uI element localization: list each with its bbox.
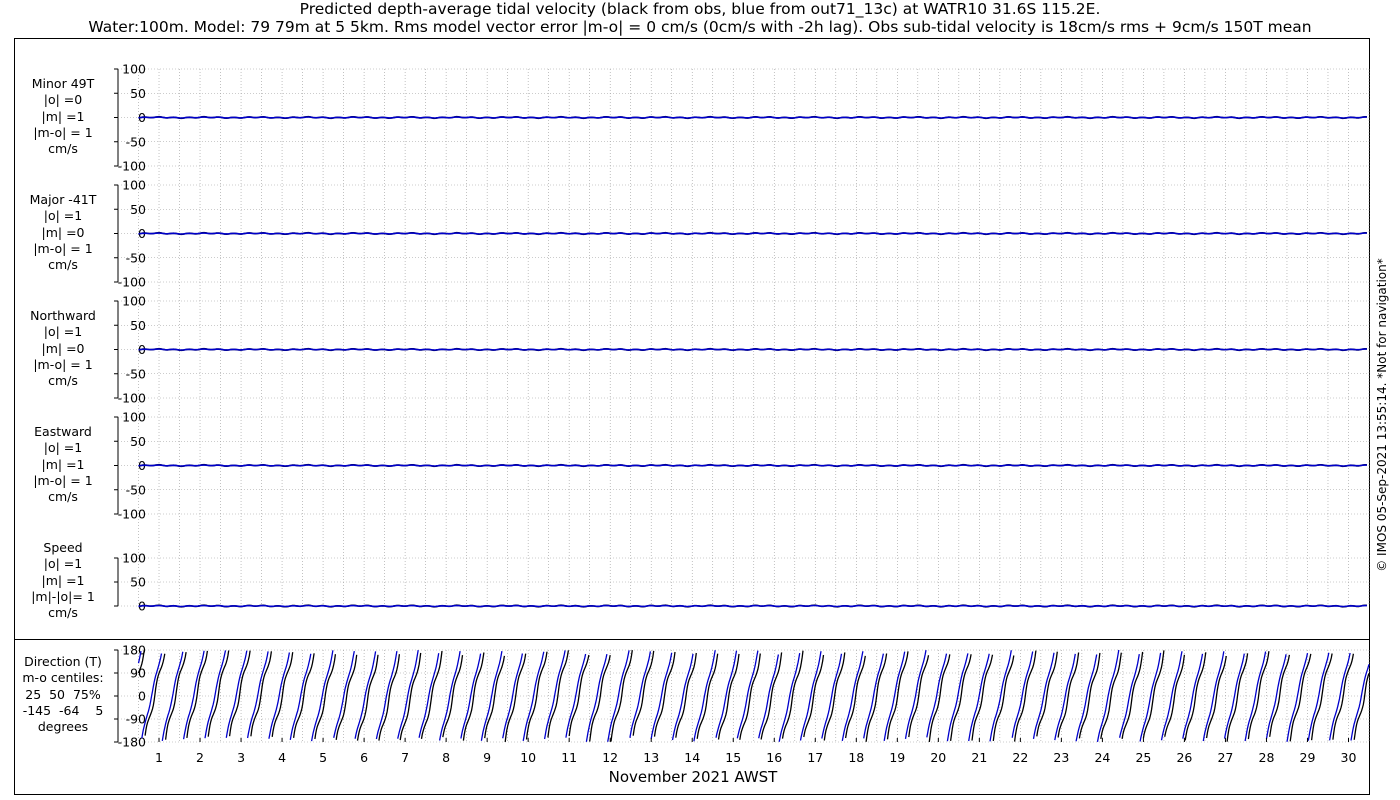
y-tick-label: -100 (118, 275, 146, 290)
series-model-line (138, 348, 1367, 351)
y-tick-label: -50 (126, 366, 146, 381)
y-tick-label: -100 (118, 159, 146, 174)
x-tick-label: 6 (360, 750, 368, 765)
x-tick-label: 25 (1135, 750, 1151, 765)
x-tick-label: 19 (889, 750, 905, 765)
x-tick-label: 14 (684, 750, 700, 765)
y-tick-label: 90 (130, 666, 146, 681)
x-tick-label: 1 (155, 750, 163, 765)
x-tick-label: 2 (196, 750, 204, 765)
y-tick-label: 180 (122, 643, 146, 658)
y-tick-label: -100 (118, 507, 146, 522)
x-tick-label: 28 (1259, 750, 1275, 765)
y-tick-label: 0 (138, 689, 146, 704)
x-tick-label: 29 (1300, 750, 1316, 765)
y-tick-label: 100 (122, 178, 146, 193)
x-tick-label: 15 (725, 750, 741, 765)
series-model-line (138, 116, 1367, 119)
y-tick-label: 100 (122, 294, 146, 309)
x-tick-label: 10 (520, 750, 536, 765)
y-tick-label: 50 (130, 575, 146, 590)
x-tick-label: 26 (1176, 750, 1192, 765)
x-tick-label: 27 (1217, 750, 1233, 765)
y-tick-label: 50 (130, 202, 146, 217)
x-tick-label: 16 (766, 750, 782, 765)
y-tick-label: 50 (130, 86, 146, 101)
x-tick-label: 3 (237, 750, 245, 765)
y-tick-label: 50 (130, 318, 146, 333)
y-tick-label: -50 (126, 134, 146, 149)
plot-area: 100500-50-100100500-50-100100500-50-1001… (114, 62, 1370, 765)
x-tick-label: 7 (401, 750, 409, 765)
y-tick-label: -100 (118, 391, 146, 406)
x-tick-label: 22 (1012, 750, 1028, 765)
y-tick-label: 100 (122, 62, 146, 77)
y-tick-label: -90 (126, 712, 146, 727)
y-tick-label: -50 (126, 482, 146, 497)
x-tick-label: 21 (971, 750, 987, 765)
x-tick-label: 11 (561, 750, 577, 765)
x-tick-label: 17 (807, 750, 823, 765)
series-model-line (138, 232, 1367, 235)
x-tick-label: 8 (442, 750, 450, 765)
x-tick-label: 5 (319, 750, 327, 765)
x-tick-label: 18 (848, 750, 864, 765)
y-tick-label: 100 (122, 410, 146, 425)
y-tick-label: -50 (126, 250, 146, 265)
x-tick-label: 24 (1094, 750, 1110, 765)
x-tick-label: 30 (1341, 750, 1357, 765)
x-tick-label: 20 (930, 750, 946, 765)
x-tick-label: 12 (602, 750, 618, 765)
y-tick-label: 100 (122, 551, 146, 566)
x-tick-label: 13 (643, 750, 659, 765)
x-tick-label: 4 (278, 750, 286, 765)
series-model-line (138, 604, 1367, 608)
x-tick-label: 23 (1053, 750, 1069, 765)
y-tick-label: 50 (130, 434, 146, 449)
series-model-line (138, 464, 1367, 467)
x-tick-label: 9 (483, 750, 491, 765)
